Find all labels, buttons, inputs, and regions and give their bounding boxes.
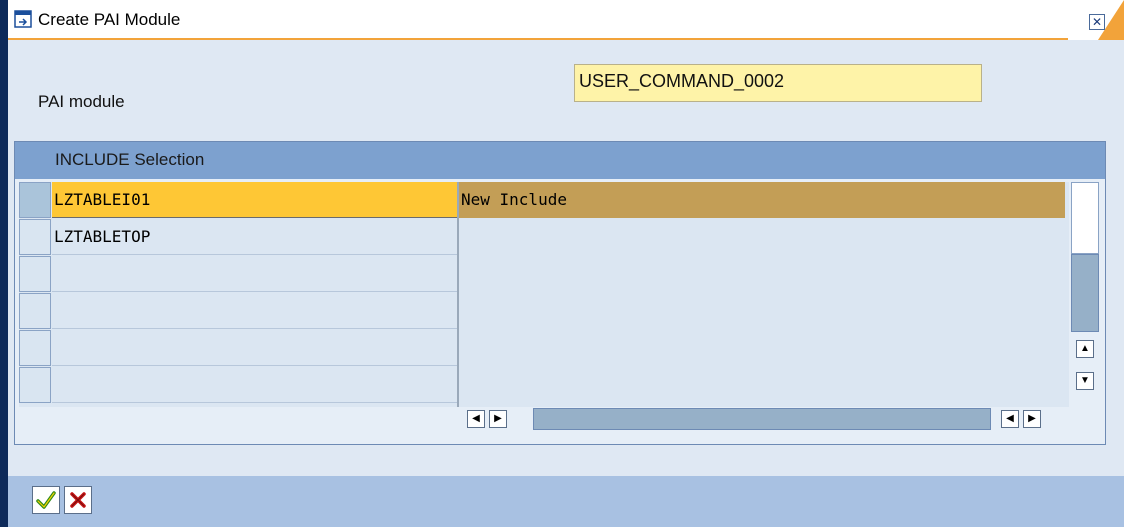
include-selection-table: INCLUDE Selection LZTABLEI01 New Include… [14,141,1106,445]
cancel-button[interactable] [64,486,92,514]
include-description-cell[interactable] [459,330,1065,366]
include-name-cell[interactable] [52,367,457,403]
checkmark-icon [35,491,57,515]
pai-module-label: PAI module [38,92,125,111]
scroll-up-button[interactable]: ▲ [1076,340,1094,358]
arrow-left-icon: ◀ [1006,413,1014,424]
pai-module-field[interactable]: USER_COMMAND_0002 [574,64,982,102]
window-left-edge [0,0,8,527]
arrow-left-icon: ◀ [472,413,480,424]
dialog-footer [8,476,1124,527]
table-title: INCLUDE Selection [55,150,205,169]
include-name-cell[interactable]: LZTABLEI01 [52,182,457,218]
scroll-thumb[interactable] [1071,254,1099,332]
title-accent-line [8,38,1068,40]
include-name-cell[interactable] [52,256,457,292]
table-header: INCLUDE Selection [15,142,1105,179]
include-description-cell[interactable] [459,219,1065,255]
arrow-right-icon: ▶ [494,413,502,424]
vertical-scrollbar[interactable]: ▲ ▼ [1071,182,1101,407]
include-description-cell[interactable] [459,256,1065,292]
arrow-right-icon: ▶ [1028,413,1036,424]
include-description-cell[interactable] [459,293,1065,329]
scroll-left-button[interactable]: ◀ [467,410,485,428]
row-selector[interactable] [19,182,51,218]
cancel-x-icon [67,492,89,515]
create-object-icon [14,10,32,28]
row-selector[interactable] [19,256,51,292]
include-name-cell[interactable] [52,293,457,329]
horizontal-scroll-thumb[interactable] [533,408,991,430]
confirm-button[interactable] [32,486,60,514]
scroll-track[interactable] [1071,182,1099,254]
include-description-cell[interactable] [459,367,1065,403]
include-name-cell[interactable]: LZTABLETOP [52,219,457,255]
window-title: Create PAI Module [38,10,181,29]
row-selector[interactable] [19,219,51,255]
table-grid: LZTABLEI01 New Include LZTABLETOP [19,182,1069,407]
close-icon: ✕ [1091,15,1103,29]
row-selector[interactable] [19,293,51,329]
scroll-right-button[interactable]: ▶ [1023,410,1041,428]
table-row[interactable] [19,293,1065,330]
table-row[interactable]: LZTABLETOP [19,219,1065,256]
arrow-down-icon: ▼ [1080,375,1090,386]
include-name-cell[interactable] [52,330,457,366]
table-row[interactable] [19,256,1065,293]
arrow-up-icon: ▲ [1080,343,1090,354]
row-selector[interactable] [19,367,51,403]
scroll-down-button[interactable]: ▼ [1076,372,1094,390]
close-button[interactable]: ✕ [1089,14,1105,30]
scroll-right-button[interactable]: ▶ [489,410,507,428]
table-row[interactable] [19,367,1065,404]
horizontal-scrollbar[interactable]: ◀ ▶ ◀ ▶ [463,408,1083,432]
table-row[interactable] [19,330,1065,367]
dialog-window: Create PAI Module ✕ PAI module USER_COMM… [0,0,1124,527]
row-selector[interactable] [19,330,51,366]
scroll-left-button[interactable]: ◀ [1001,410,1019,428]
table-row[interactable]: LZTABLEI01 New Include [19,182,1065,219]
title-bar: Create PAI Module ✕ [8,0,1124,40]
include-description-cell[interactable]: New Include [459,182,1065,218]
